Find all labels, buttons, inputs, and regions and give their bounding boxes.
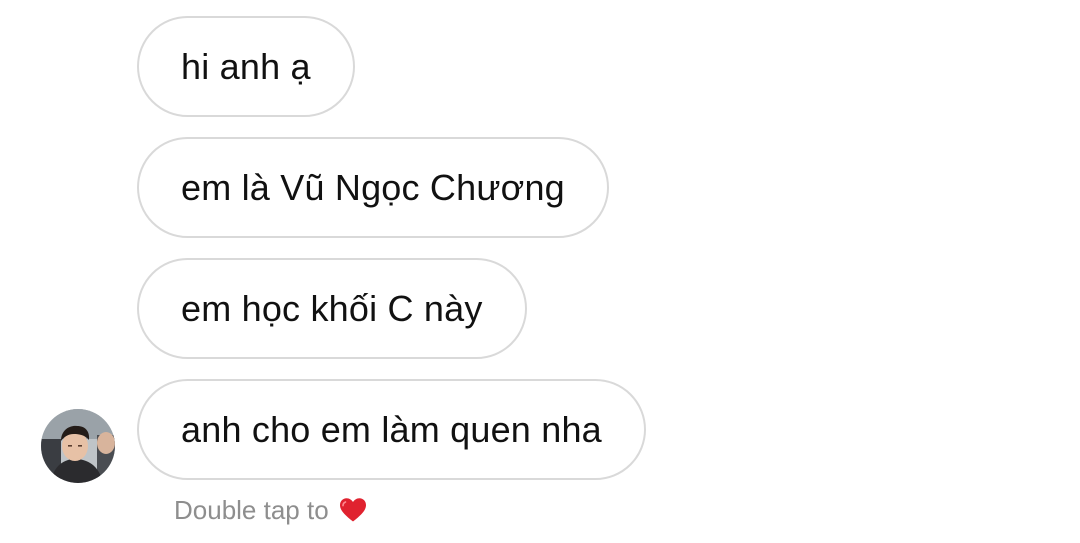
message-text: anh cho em làm quen nha <box>181 408 602 450</box>
message-text: em học khối C này <box>181 287 483 329</box>
message-bubble[interactable]: em học khối C này <box>137 258 527 359</box>
message-bubble[interactable]: em là Vũ Ngọc Chương <box>137 137 609 238</box>
message-text: hi anh ạ <box>181 45 311 87</box>
message-bubble[interactable]: hi anh ạ <box>137 16 355 117</box>
message-bubble[interactable]: anh cho em làm quen nha <box>137 379 646 480</box>
message-text: em là Vũ Ngọc Chương <box>181 166 565 208</box>
avatar[interactable] <box>41 409 115 483</box>
heart-icon <box>339 497 367 523</box>
double-tap-hint: Double tap to <box>174 493 367 527</box>
avatar-photo <box>41 409 115 483</box>
double-tap-label: Double tap to <box>174 494 329 525</box>
message-thread: hi anh ạ em là Vũ Ngọc Chương em học khố… <box>0 0 1080 543</box>
